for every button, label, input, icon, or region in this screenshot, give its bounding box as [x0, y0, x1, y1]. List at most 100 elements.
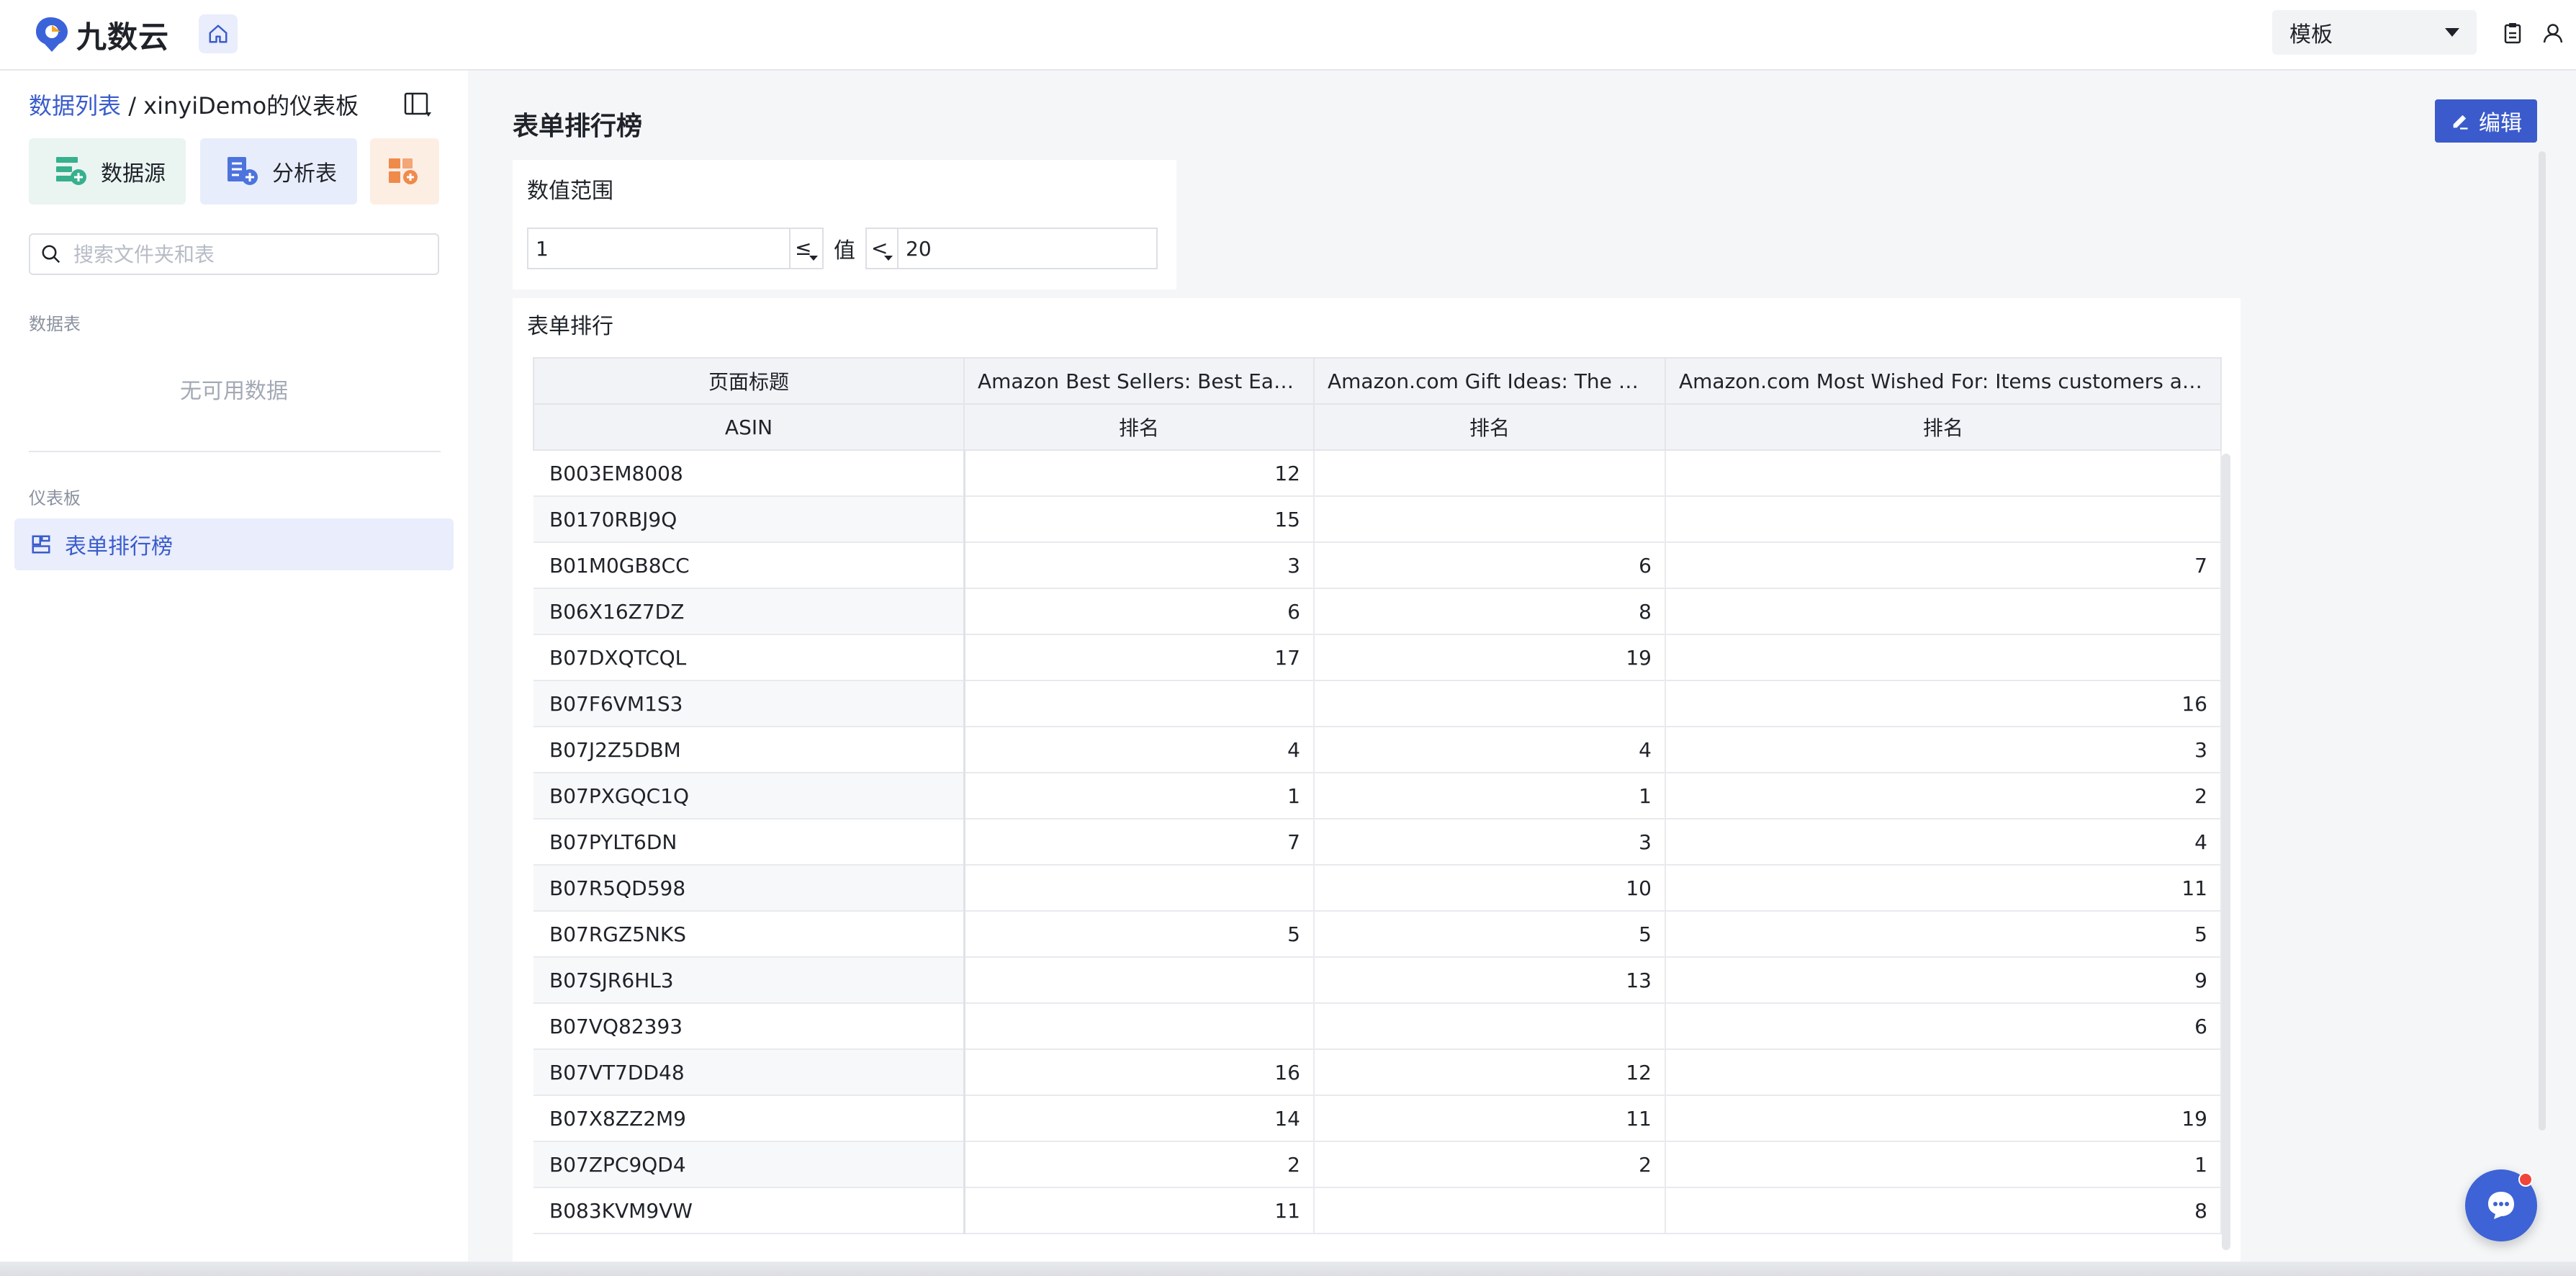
- rank-cell: [1665, 1049, 2222, 1096]
- rank-cell: 3: [964, 542, 1315, 589]
- asin-cell: B003EM8008: [533, 450, 965, 497]
- logo-icon: [36, 17, 68, 52]
- asin-cell: B07PYLT6DN: [533, 819, 965, 866]
- template-select[interactable]: 模板: [2272, 10, 2477, 55]
- rank-cell: 6: [964, 588, 1315, 635]
- table-row[interactable]: B01M0GB8CC 3 6 7: [533, 542, 2222, 589]
- asin-cell: B0170RBJ9Q: [533, 496, 965, 543]
- rank-cell: 6: [1314, 542, 1666, 589]
- chat-support-button[interactable]: [2465, 1169, 2537, 1241]
- datasource-icon: [56, 157, 86, 185]
- ranking-table-viewport: 页面标题 Amazon Best Sellers: Best Earb... A…: [533, 357, 2232, 1250]
- sidebar-item-dashboard-ranking[interactable]: 表单排行榜: [14, 518, 454, 570]
- table-row[interactable]: B083KVM9VW 11 8: [533, 1187, 2222, 1234]
- table-row[interactable]: B07VQ82393 6: [533, 1003, 2222, 1050]
- range-min-input[interactable]: [527, 228, 791, 269]
- table-row[interactable]: B0170RBJ9Q 15: [533, 496, 2222, 543]
- rank-cell: 4: [964, 727, 1315, 773]
- breadcrumb: 数据列表 / xinyiDemo的仪表板: [29, 88, 359, 121]
- edit-button[interactable]: 编辑: [2435, 99, 2537, 143]
- table-row[interactable]: B07J2Z5DBM 4 4 3: [533, 727, 2222, 773]
- collapse-sidebar-icon[interactable]: [403, 91, 433, 120]
- breadcrumb-separator: /: [121, 92, 144, 120]
- rank-cell: 1: [1665, 1141, 2222, 1188]
- table-scrollbar[interactable]: [2222, 454, 2230, 1250]
- asin-cell: B07R5QD598: [533, 865, 965, 912]
- rank-cell: [1665, 588, 2222, 635]
- table-row[interactable]: B07R5QD598 10 11: [533, 865, 2222, 912]
- rank-cell: 3: [1665, 727, 2222, 773]
- rank-cell: 16: [1665, 680, 2222, 727]
- home-icon: [209, 24, 228, 43]
- column-subheader[interactable]: ASIN: [533, 403, 965, 451]
- table-row[interactable]: B07PYLT6DN 7 3 4: [533, 819, 2222, 866]
- asin-cell: B07F6VM1S3: [533, 680, 965, 727]
- table-row[interactable]: B07F6VM1S3 16: [533, 680, 2222, 727]
- rank-cell: [964, 865, 1315, 912]
- column-header[interactable]: Amazon Best Sellers: Best Earb...: [963, 357, 1315, 405]
- range-min-operator[interactable]: ≤: [791, 228, 824, 269]
- chevron-down-icon: [2445, 28, 2459, 37]
- breadcrumb-data-list-link[interactable]: 数据列表: [29, 92, 121, 120]
- section-label-dashboards: 仪表板: [29, 488, 81, 508]
- column-subheader[interactable]: 排名: [963, 403, 1315, 451]
- range-max-input[interactable]: [899, 228, 1158, 269]
- chat-icon: [2488, 1192, 2514, 1219]
- rank-cell: 5: [1665, 911, 2222, 958]
- table-row[interactable]: B07SJR6HL3 13 9: [533, 957, 2222, 1004]
- rank-cell: 8: [1665, 1187, 2222, 1234]
- table-row[interactable]: B003EM8008 12: [533, 450, 2222, 497]
- user-icon[interactable]: [2540, 20, 2566, 46]
- rank-cell: 5: [1314, 911, 1666, 958]
- clipboard-icon[interactable]: [2500, 20, 2526, 46]
- asin-cell: B083KVM9VW: [533, 1187, 965, 1234]
- asin-cell: B01M0GB8CC: [533, 542, 965, 589]
- table-row[interactable]: B06X16Z7DZ 6 8: [533, 588, 2222, 635]
- table-row[interactable]: B07RGZ5NKS 5 5 5: [533, 911, 2222, 958]
- rank-cell: [964, 957, 1315, 1004]
- ranking-table: 页面标题 Amazon Best Sellers: Best Earb... A…: [533, 357, 2222, 1234]
- rank-cell: 1: [964, 773, 1315, 819]
- datasource-button[interactable]: 数据源: [29, 138, 186, 205]
- dashboard-icon: [32, 535, 50, 554]
- rank-cell: 10: [1314, 865, 1666, 912]
- rank-cell: 4: [1314, 727, 1666, 773]
- rank-cell: 5: [964, 911, 1315, 958]
- table-row[interactable]: B07DXQTCQL 17 19: [533, 634, 2222, 681]
- analysis-table-button[interactable]: 分析表: [200, 138, 357, 205]
- table-row[interactable]: B07PXGQC1Q 1 1 2: [533, 773, 2222, 819]
- column-header[interactable]: Amazon.com Gift Ideas: The mo...: [1313, 357, 1666, 405]
- rank-cell: 11: [964, 1187, 1315, 1234]
- column-subheader[interactable]: 排名: [1313, 403, 1666, 451]
- rank-cell: [1665, 496, 2222, 543]
- rank-cell: 12: [1314, 1049, 1666, 1096]
- table-row[interactable]: B07VT7DD48 16 12: [533, 1049, 2222, 1096]
- asin-cell: B07DXQTCQL: [533, 634, 965, 681]
- add-dashboard-button[interactable]: [370, 138, 439, 205]
- rank-cell: [964, 680, 1315, 727]
- filter-title: 数值范围: [527, 179, 613, 204]
- asin-cell: B07PXGQC1Q: [533, 773, 965, 819]
- table-row[interactable]: B07X8ZZ2M9 14 11 19: [533, 1095, 2222, 1142]
- table-subheader-row: ASIN 排名 排名 排名: [533, 403, 2222, 451]
- edit-button-label: 编辑: [2479, 111, 2522, 136]
- column-subheader[interactable]: 排名: [1665, 403, 2222, 451]
- caret-down-icon: [809, 256, 818, 261]
- rank-cell: [1665, 634, 2222, 681]
- logo-text: 九数云: [76, 19, 170, 55]
- column-header[interactable]: Amazon.com Most Wished For: Items custom…: [1665, 357, 2222, 405]
- table-row[interactable]: B07ZPC9QD4 2 2 1: [533, 1141, 2222, 1188]
- range-max-operator[interactable]: <: [865, 228, 899, 269]
- bottom-shade: [0, 1262, 2576, 1276]
- home-button[interactable]: [199, 14, 238, 53]
- asin-cell: B06X16Z7DZ: [533, 588, 965, 635]
- asin-cell: B07ZPC9QD4: [533, 1141, 965, 1188]
- search-input[interactable]: [72, 241, 420, 267]
- page-scrollbar[interactable]: [2539, 151, 2546, 1131]
- section-label-tables: 数据表: [29, 314, 81, 334]
- app-logo[interactable]: 九数云: [35, 13, 169, 56]
- rank-cell: 11: [1314, 1095, 1666, 1142]
- column-header[interactable]: 页面标题: [533, 357, 965, 405]
- rank-cell: [1314, 1187, 1666, 1234]
- sidebar-divider: [29, 451, 441, 452]
